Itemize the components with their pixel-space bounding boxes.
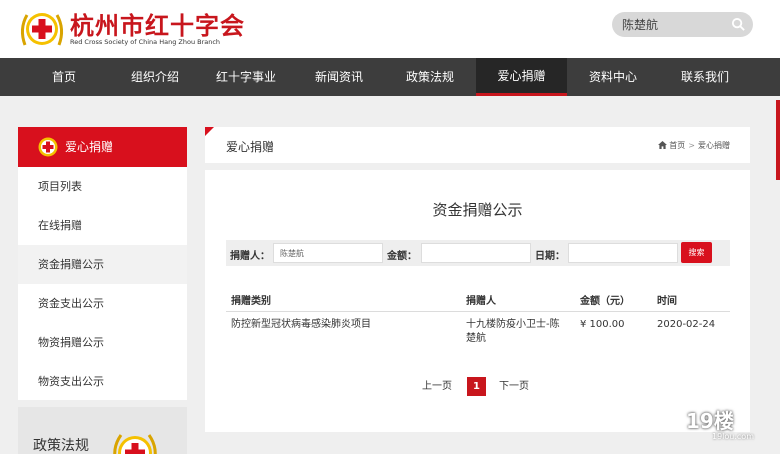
cell-date: 2020-02-24 [657, 319, 716, 330]
cell-amount: ¥ 100.00 [580, 319, 625, 330]
pagination-next[interactable]: 下一页 [499, 377, 529, 396]
sidebar-item-online-donation[interactable]: 在线捐赠 [18, 206, 187, 245]
page-title: 资金捐赠公示 [432, 201, 523, 219]
table-header-date: 时间 [657, 296, 677, 307]
table-header-amount: 金额（元） [580, 296, 630, 307]
cell-category: 防控新型冠状病毒感染肺炎项目 [231, 319, 371, 330]
breadcrumb-current[interactable]: 爱心捐赠 [698, 141, 730, 150]
sidebar-item-project-list[interactable]: 项目列表 [18, 167, 187, 206]
breadcrumb-bar: 爱心捐赠 首页 > 爱心捐赠 [205, 127, 750, 163]
site-header: 杭州市红十字会 Red Cross Society of China Hang … [0, 0, 780, 58]
pagination-prev[interactable]: 上一页 [422, 377, 452, 396]
date-input[interactable] [568, 243, 678, 263]
table-header-donor: 捐赠人 [466, 296, 496, 307]
search-button[interactable]: 搜索 [681, 242, 712, 263]
breadcrumb-home-link[interactable]: 首页 [669, 141, 685, 150]
nav-item-resources[interactable]: 资料中心 [583, 58, 643, 96]
sidebar-item-material-donation-notice[interactable]: 物资捐赠公示 [18, 323, 187, 362]
site-subtitle: Red Cross Society of China Hang Zhou Bra… [70, 38, 221, 46]
breadcrumb-separator: > [688, 141, 695, 150]
home-icon [657, 141, 667, 149]
watermark-url: 19lou.com [712, 432, 754, 441]
sidebar-item-material-expense-notice[interactable]: 物资支出公示 [18, 362, 187, 401]
main-nav: 首页 组织介绍 红十字事业 新闻资讯 政策法规 爱心捐赠 资料中心 联系我们 [0, 58, 780, 96]
nav-item-donation[interactable]: 爱心捐赠 [476, 58, 567, 96]
search-box [612, 12, 753, 37]
policy-block[interactable]: 政策法规 [18, 407, 187, 454]
donor-input[interactable] [273, 243, 383, 263]
sidebar-item-fund-donation-notice[interactable]: 资金捐赠公示 [18, 245, 187, 284]
corner-accent [205, 127, 214, 136]
red-cross-logo-icon[interactable] [17, 5, 67, 53]
nav-item-policy[interactable]: 政策法规 [400, 58, 460, 96]
red-cross-badge-icon [38, 137, 58, 157]
watermark-logo: 19楼 [686, 409, 734, 433]
nav-item-organization[interactable]: 组织介绍 [125, 58, 185, 96]
sidebar-header: 爱心捐赠 [18, 127, 187, 167]
amount-input[interactable] [421, 243, 531, 263]
table-header-divider [226, 311, 730, 312]
red-cross-emblem-icon [113, 434, 157, 454]
sidebar-item-fund-expense-notice[interactable]: 资金支出公示 [18, 284, 187, 323]
donor-label: 捐赠人： [230, 251, 270, 262]
section-title: 爱心捐赠 [226, 140, 275, 154]
cell-donor: 十九楼防疫小卫士-陈楚航 [466, 319, 560, 344]
policy-title[interactable]: 政策法规 [33, 435, 89, 454]
nav-item-red-cross-cause[interactable]: 红十字事业 [213, 58, 279, 96]
sidebar-title: 爱心捐赠 [65, 140, 114, 154]
nav-item-home[interactable]: 首页 [35, 58, 93, 96]
sidebar-menu: 项目列表 在线捐赠 资金捐赠公示 资金支出公示 物资捐赠公示 物资支出公示 [18, 167, 187, 400]
pagination-current-page[interactable]: 1 [467, 377, 486, 396]
main-panel: 资金捐赠公示 捐赠人： 金额： 日期： 搜索 捐赠类别 捐赠人 金额（元） 时间… [205, 170, 750, 432]
site-title[interactable]: 杭州市红十字会 [70, 6, 245, 41]
scrollbar-marker [776, 100, 780, 180]
nav-item-contact[interactable]: 联系我们 [675, 58, 735, 96]
nav-item-news[interactable]: 新闻资讯 [309, 58, 369, 96]
search-input[interactable] [622, 15, 722, 34]
table-header-category: 捐赠类别 [231, 296, 271, 307]
amount-label: 金额： [387, 251, 417, 262]
date-label: 日期： [535, 251, 565, 262]
breadcrumb: 首页 > 爱心捐赠 [657, 140, 730, 151]
filter-bar: 捐赠人： 金额： 日期： 搜索 [226, 240, 730, 266]
search-icon[interactable] [731, 17, 746, 32]
